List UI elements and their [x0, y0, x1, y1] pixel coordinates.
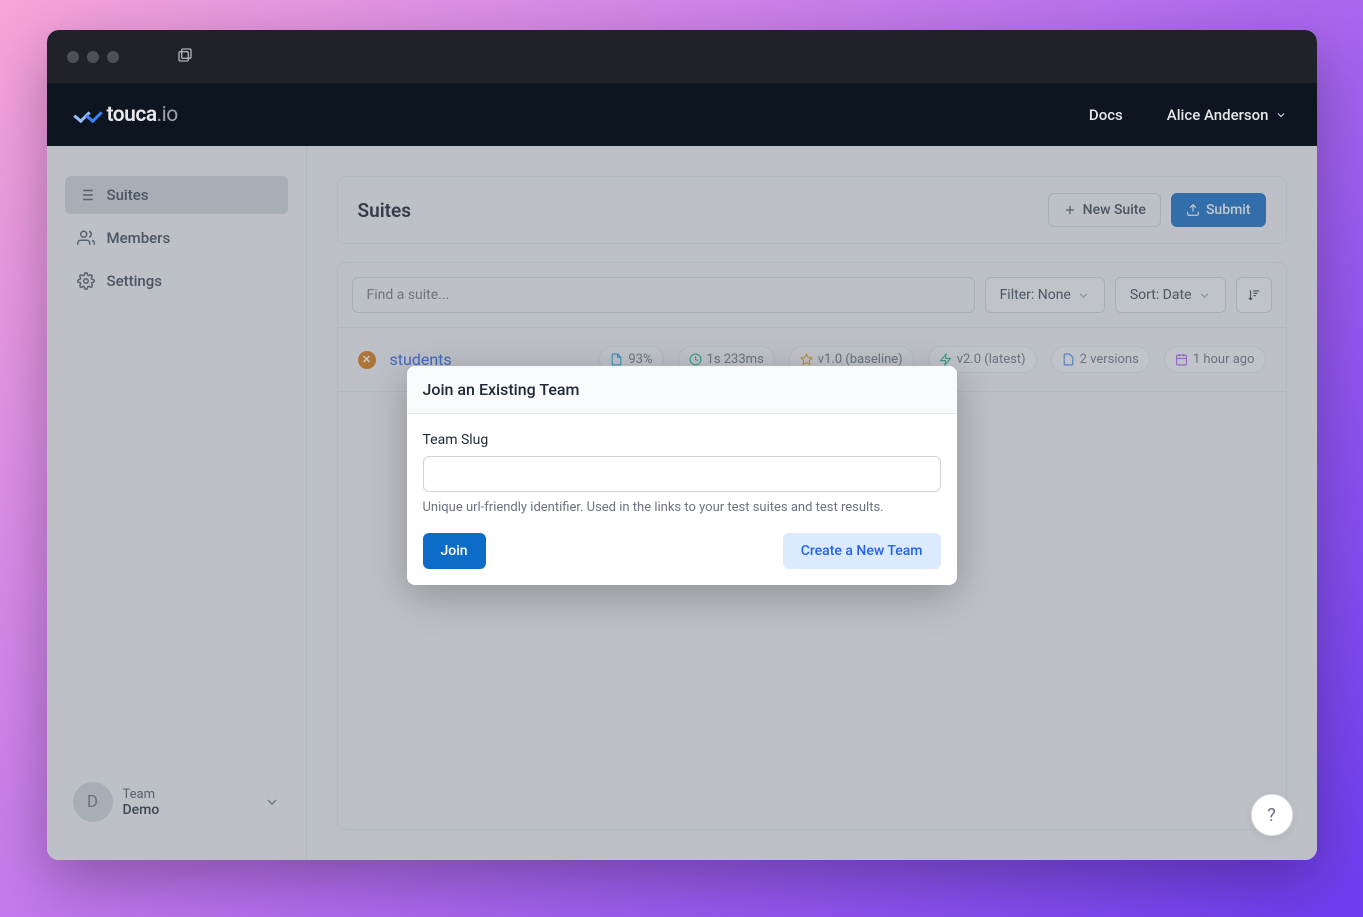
close-window-button[interactable] — [67, 51, 79, 63]
join-button[interactable]: Join — [423, 533, 486, 569]
window-titlebar — [47, 30, 1317, 83]
help-button[interactable]: ? — [1251, 794, 1293, 836]
logo[interactable]: touca.io — [77, 103, 178, 127]
user-menu[interactable]: Alice Anderson — [1167, 106, 1287, 124]
team-slug-help: Unique url-friendly identifier. Used in … — [423, 500, 941, 515]
modal-title: Join an Existing Team — [407, 366, 957, 414]
user-name: Alice Anderson — [1167, 106, 1269, 124]
brand-tld: .io — [157, 103, 178, 127]
app-header: touca.io Docs Alice Anderson — [47, 83, 1317, 146]
minimize-window-button[interactable] — [87, 51, 99, 63]
create-team-button[interactable]: Create a New Team — [783, 533, 941, 569]
chevron-down-icon — [1275, 109, 1287, 121]
team-slug-input[interactable] — [423, 456, 941, 492]
team-slug-label: Team Slug — [423, 432, 941, 448]
brand-name: touca — [107, 103, 157, 127]
maximize-window-button[interactable] — [107, 51, 119, 63]
docs-link[interactable]: Docs — [1089, 106, 1123, 124]
app-window: touca.io Docs Alice Anderson Suites Memb… — [47, 30, 1317, 860]
join-team-modal: Join an Existing Team Team Slug Unique u… — [407, 366, 957, 585]
content-area: Suites Members Settings D Team Demo — [47, 146, 1317, 860]
window-stack-icon[interactable] — [177, 47, 193, 67]
modal-overlay[interactable]: Join an Existing Team Team Slug Unique u… — [47, 146, 1317, 860]
